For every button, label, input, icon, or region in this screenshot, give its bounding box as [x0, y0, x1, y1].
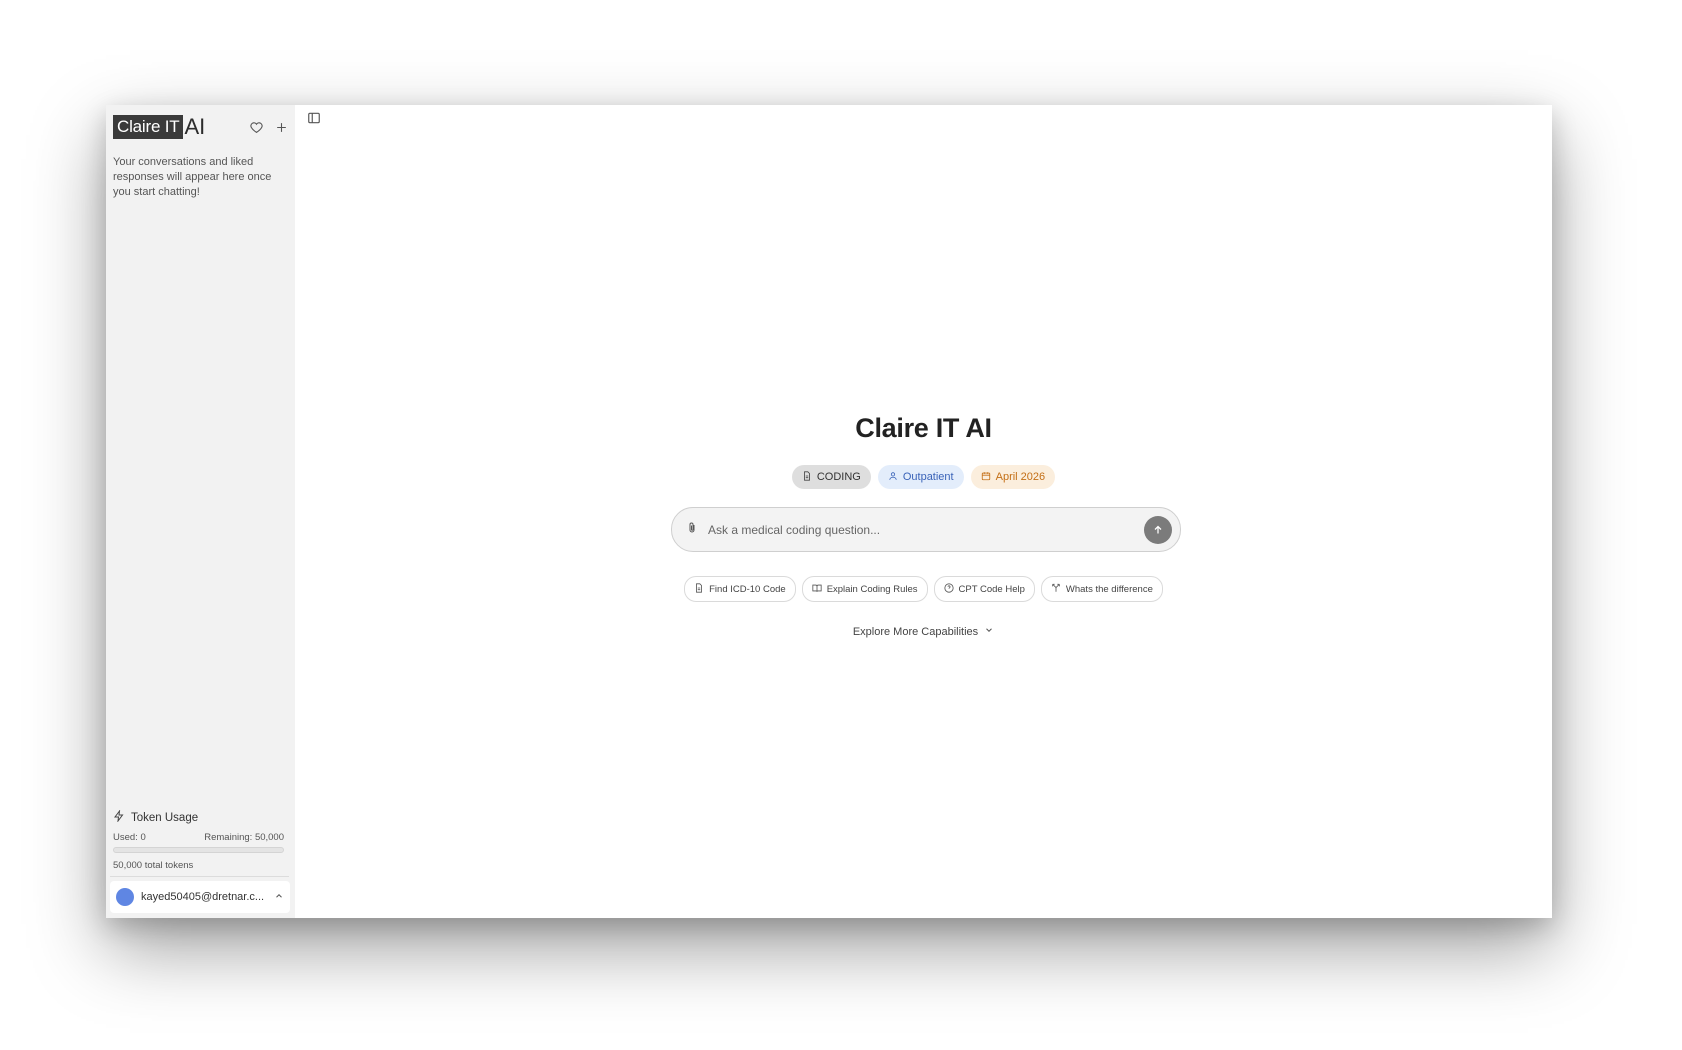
chip-whats-the-difference[interactable]: Whats the difference: [1040, 576, 1163, 602]
tag-label: Outpatient: [902, 471, 954, 483]
document-icon: [802, 470, 812, 484]
new-chat-plus-icon[interactable]: [273, 119, 289, 135]
token-usage-panel: Token Usage Used: 0 Remaining: 50,000 50…: [113, 809, 284, 871]
user-email: kayed50405@dretnar.c...: [141, 891, 265, 903]
arrow-up-icon: [1154, 525, 1162, 533]
tokens-remaining: Remaining: 50,000: [204, 832, 284, 843]
tag-date[interactable]: April 2026: [970, 465, 1056, 489]
logo: Claire IT AI: [113, 114, 205, 140]
token-usage-title: Token Usage: [131, 811, 199, 824]
paperclip-icon[interactable]: [686, 521, 698, 539]
context-tags: CODING Outpatient April 2026: [295, 465, 1552, 489]
suggestion-chips: Find ICD-10 Code Explain Coding Rules CP…: [295, 576, 1552, 602]
tag-label: April 2026: [995, 471, 1046, 483]
chip-label: Find ICD-10 Code: [709, 583, 786, 595]
logo-suffix-text: AI: [184, 114, 206, 139]
explore-more-button[interactable]: Explore More Capabilities: [295, 625, 1552, 638]
user-icon: [888, 471, 898, 484]
chat-input[interactable]: [706, 521, 1144, 538]
chip-find-icd10[interactable]: Find ICD-10 Code: [684, 576, 796, 602]
help-circle-icon: [943, 582, 954, 596]
chip-label: Whats the difference: [1065, 583, 1153, 595]
split-icon: [1051, 583, 1061, 596]
send-button[interactable]: [1144, 515, 1172, 544]
lightning-icon: [113, 809, 125, 825]
book-icon: [812, 583, 822, 596]
chat-input-bar: [671, 507, 1181, 552]
logo-boxed-text: Claire IT: [113, 115, 184, 139]
empty-conversations-message: Your conversations and liked responses w…: [113, 156, 272, 198]
tag-outpatient[interactable]: Outpatient: [877, 465, 964, 489]
token-usage-header: Token Usage: [113, 809, 284, 825]
chip-cpt-code-help[interactable]: CPT Code Help: [933, 576, 1035, 602]
chevron-down-icon: [984, 625, 994, 638]
user-menu-button[interactable]: kayed50405@dretnar.c...: [110, 881, 290, 913]
sidebar-divider: [110, 876, 289, 877]
sidebar-header: Claire IT AI: [113, 113, 289, 141]
tag-label: CODING: [816, 471, 861, 483]
app-window: Claire IT AI Your conversations and like…: [106, 105, 1552, 918]
explore-label: Explore More Capabilities: [852, 625, 979, 638]
sidebar: Claire IT AI Your conversations and like…: [106, 105, 295, 918]
chip-label: CPT Code Help: [958, 583, 1025, 595]
tokens-used: Used: 0: [113, 832, 146, 843]
heart-icon[interactable]: [248, 119, 264, 135]
chip-label: Explain Coding Rules: [826, 583, 918, 595]
token-progress-bar: [113, 847, 284, 853]
sidebar-toggle-icon[interactable]: [307, 111, 323, 127]
chevron-up-icon: [274, 891, 284, 904]
chip-explain-coding-rules[interactable]: Explain Coding Rules: [801, 576, 928, 602]
main-content: Claire IT AI CODING Outpatient April 202…: [295, 105, 1552, 918]
avatar: [116, 888, 134, 906]
tokens-total: 50,000 total tokens: [113, 860, 194, 871]
page-title: Claire IT AI: [855, 413, 992, 443]
tag-coding[interactable]: CODING: [791, 465, 871, 489]
calendar-icon: [981, 471, 991, 484]
document-icon: [694, 582, 704, 596]
